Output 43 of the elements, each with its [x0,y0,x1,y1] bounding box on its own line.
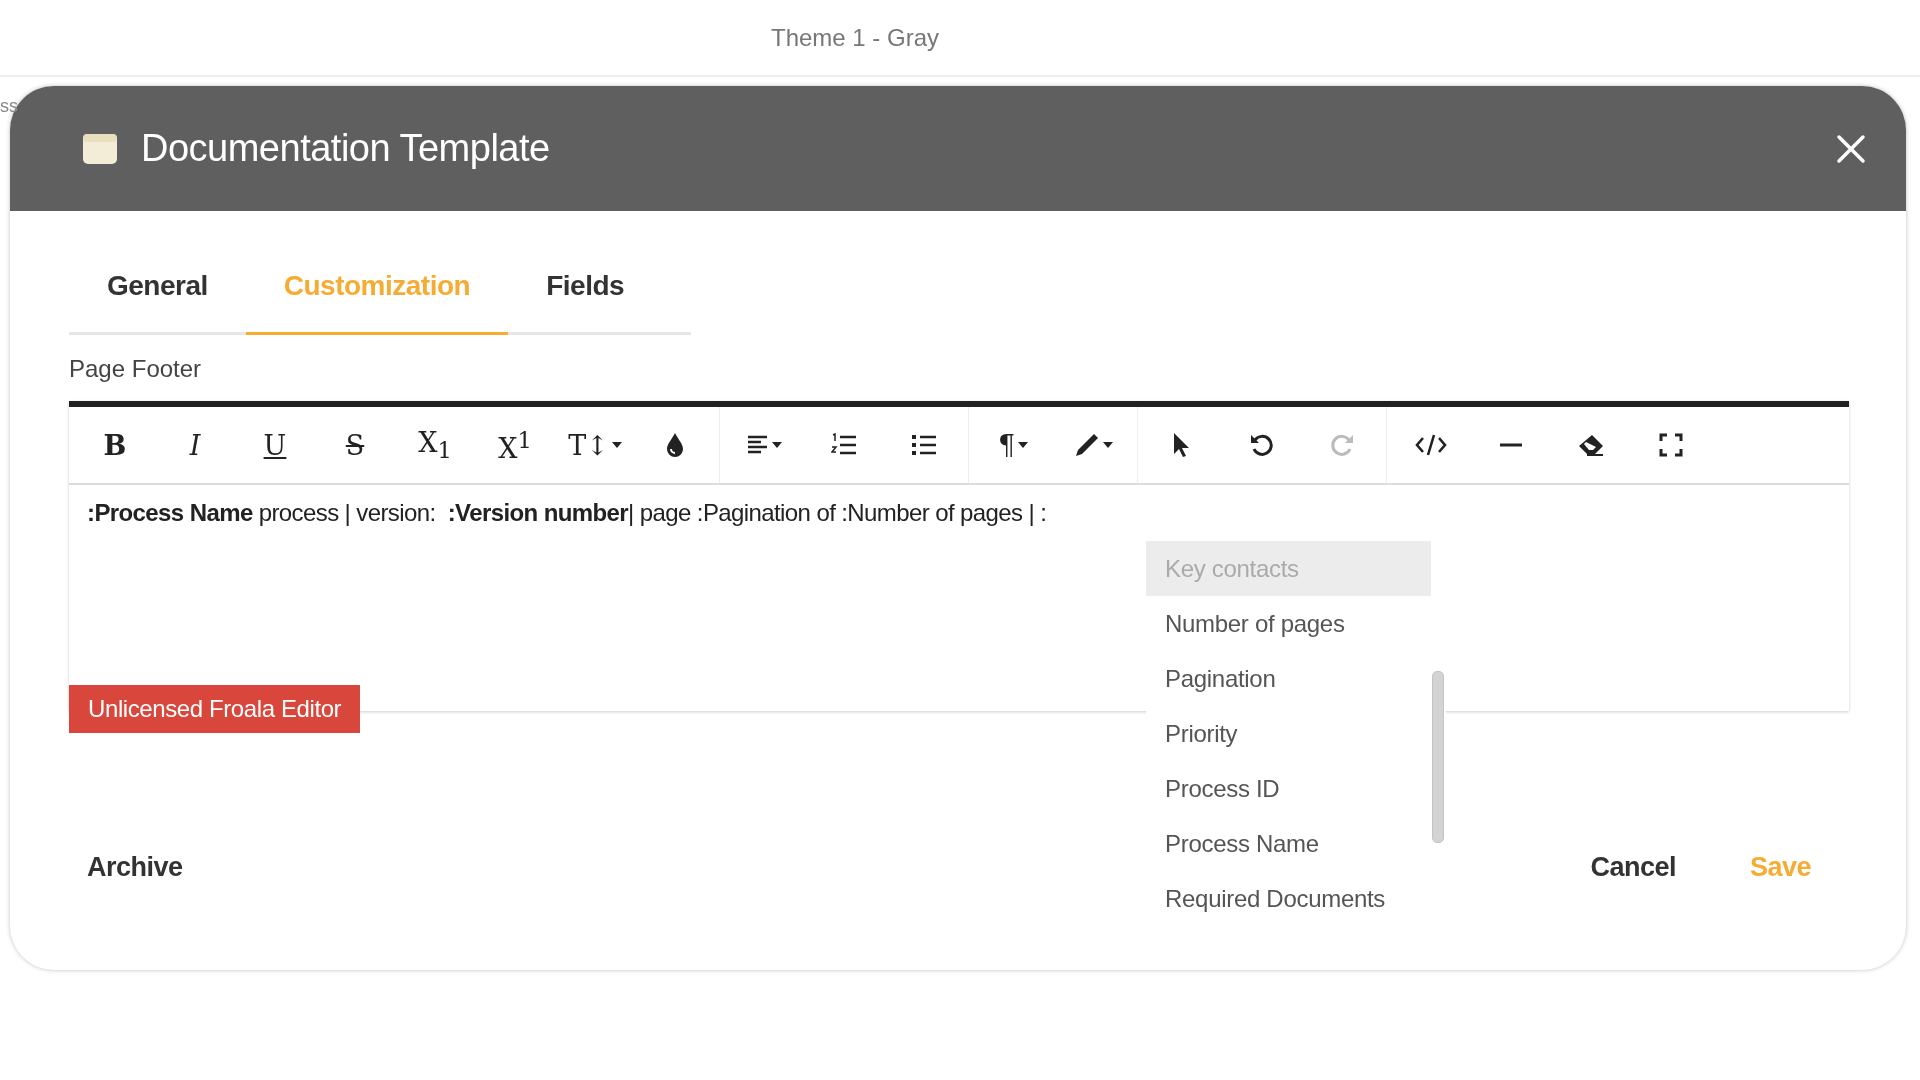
editor-text[interactable]: :Process Name process | version: :Version number| page :Pagination of :Number of pages | : [87,499,1047,526]
italic-button[interactable]: I [155,415,235,475]
code-icon [1415,433,1447,457]
horizontal-line-icon [1500,442,1522,448]
close-icon[interactable] [1836,133,1866,164]
bold-button[interactable]: B [75,415,155,475]
tab[interactable]: Fields [508,248,663,335]
caret-icon [1102,442,1113,448]
cancel-button[interactable]: Cancel [1572,846,1694,889]
format-button[interactable]: X$^{1}$ [475,415,555,475]
menu-item[interactable]: Process Name [1146,816,1431,871]
bullet-list-icon [911,433,937,457]
eraser-icon [1577,433,1605,457]
dialog-title: Documentation Template [141,127,551,170]
pointer-icon [1172,432,1192,458]
card-icon [83,133,117,164]
pen-icon [1073,432,1100,458]
menu-item[interactable]: Process ID [1146,761,1431,816]
archive-button[interactable]: Archive [69,846,201,889]
theme-title: Theme 1 - Gray [770,23,939,52]
numbered-list-icon [831,433,857,457]
fullscreen-icon [1659,433,1683,457]
format-button[interactable]: X$_{1}$ [395,415,475,475]
drop-icon [664,432,686,458]
field-label: Page Footer [69,355,203,383]
align-left-icon [746,434,769,456]
redo-icon [1329,432,1355,458]
menu-item[interactable]: Priority [1146,706,1431,761]
strikethrough-button[interactable]: S [315,415,395,475]
menu-item[interactable]: Number of pages [1146,596,1431,651]
background-text: ss [0,96,18,117]
caret-icon [1018,442,1029,448]
menu-item[interactable]: Required Documents [1146,871,1431,926]
caret-icon [771,442,782,448]
caret-icon [611,442,622,448]
menu-item[interactable]: Pagination [1146,651,1431,706]
tab[interactable]: General [69,248,246,335]
license-badge: Unlicensed Froala Editor [69,685,361,733]
underline-button[interactable]: U [235,415,315,475]
undo-icon [1249,432,1275,458]
scrollbar[interactable] [1432,671,1444,843]
format-button[interactable]: T↕ [555,415,635,475]
format-button[interactable]: ¶ [973,415,1053,475]
